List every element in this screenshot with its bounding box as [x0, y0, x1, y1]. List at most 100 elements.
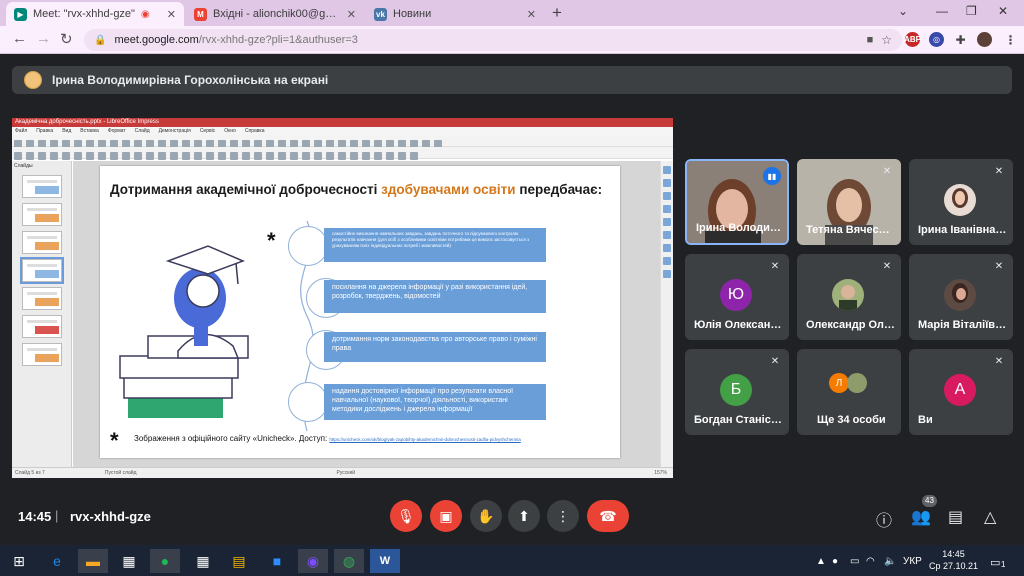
tab-search-icon[interactable]: ⌄: [898, 4, 908, 18]
mic-toggle-button[interactable]: 🎙: [390, 500, 422, 532]
address-bar[interactable]: 🔒 meet.google.com/rvx-xhhd-gze?pli=1&aut…: [84, 29, 902, 51]
reload-icon[interactable]: ↻: [60, 30, 73, 48]
tray-chevron-icon[interactable]: ▲: [816, 556, 826, 567]
menu-item: Файл: [15, 128, 28, 134]
participant-avatar: [832, 279, 864, 311]
more-participants-tile[interactable]: Л Ще 34 особи: [797, 349, 901, 435]
status-slide: Слайд 5 из 7: [15, 470, 45, 476]
tray-app-icon[interactable]: ●: [832, 556, 838, 567]
bookmark-star-icon[interactable]: ☆: [881, 33, 892, 47]
slide-title: Дотримання академічної доброчесності здо…: [110, 182, 603, 197]
presenter-name: Ірина Володимирівна Горохолінська на екр…: [52, 73, 329, 87]
tab-meet[interactable]: ▶ Meet: "rvx-xhhd-gze" ◉ ✕: [6, 2, 184, 26]
participant-tile[interactable]: Б ✕ Богдан Станіс…: [685, 349, 789, 435]
minimize-button[interactable]: —: [936, 4, 948, 18]
spotify-icon[interactable]: ●: [150, 549, 180, 573]
activities-icon[interactable]: △: [984, 507, 996, 527]
menu-kebab-icon[interactable]: ⋮: [1003, 32, 1018, 47]
slide-thumb: [22, 231, 62, 254]
taskbar-clock[interactable]: 14:45 Ср 27.10.21: [929, 548, 978, 572]
close-tab-icon[interactable]: ✕: [167, 8, 176, 21]
participant-tile[interactable]: Ю ✕ Юлія Олексан…: [685, 254, 789, 340]
close-tab-icon[interactable]: ✕: [527, 8, 536, 21]
menu-item: Справка: [244, 128, 265, 134]
participant-tile[interactable]: ✕ Тетяна Вячес…: [797, 159, 901, 245]
self-tile[interactable]: А ✕ Ви: [909, 349, 1013, 435]
start-windows-icon[interactable]: ⊞: [4, 549, 34, 573]
new-tab-button[interactable]: +: [552, 3, 562, 23]
tab-news[interactable]: vk Новини ✕: [366, 2, 544, 26]
document-app-icon[interactable]: ▤: [224, 549, 254, 573]
edge-icon[interactable]: e: [42, 549, 72, 573]
asterisk-mark: *: [267, 228, 276, 253]
present-screen-button[interactable]: ⬆: [508, 500, 540, 532]
menu-item: Формат: [107, 128, 126, 134]
battery-icon: ▭: [850, 556, 860, 567]
point-box-1: самостійне виконання навчальних завдань,…: [324, 228, 546, 262]
volume-icon[interactable]: 🔈: [884, 556, 896, 567]
vpn-globe-icon[interactable]: ◎: [929, 32, 944, 47]
participant-tile[interactable]: ✕ Олександр Ол…: [797, 254, 901, 340]
tab-gmail[interactable]: M Вхідні - alionchik00@gmail.com ✕: [186, 2, 364, 26]
people-icon[interactable]: 👥: [911, 507, 931, 527]
store-icon[interactable]: ▦: [114, 549, 144, 573]
participant-name: Богдан Станіс…: [694, 414, 782, 426]
presenter-avatar: [24, 71, 42, 89]
mic-off-icon: ✕: [994, 166, 1004, 177]
mic-off-icon: ✕: [770, 356, 780, 367]
close-window-button[interactable]: ✕: [998, 4, 1008, 18]
notification-icon[interactable]: ▭: [990, 556, 1000, 569]
adblock-icon[interactable]: ABP: [904, 32, 921, 47]
extensions-puzzle-icon[interactable]: ✚: [953, 32, 968, 47]
tab-strip: ▶ Meet: "rvx-xhhd-gze" ◉ ✕ M Вхідні - al…: [0, 0, 1024, 26]
presenter-banner: Ірина Володимирівна Горохолінська на екр…: [12, 66, 1012, 94]
viber-icon[interactable]: ◉: [298, 549, 328, 573]
profile-avatar[interactable]: [977, 32, 992, 47]
participant-tile[interactable]: ✕ Ірина Іванівна …: [909, 159, 1013, 245]
participant-name: Юлія Олексан…: [694, 319, 782, 331]
word-icon[interactable]: W: [370, 549, 400, 573]
raise-hand-button[interactable]: ✋: [470, 500, 502, 532]
participant-name: Ви: [918, 414, 933, 426]
language-indicator[interactable]: УКР: [903, 556, 922, 567]
clock-time: 14:45: [942, 549, 965, 559]
slide-thumb-selected: [20, 257, 64, 284]
menu-item: Демонстрація: [158, 128, 191, 134]
zoom-icon[interactable]: ■: [262, 549, 292, 573]
sidebar-deck: [660, 161, 673, 467]
chrome-icon[interactable]: ◍: [334, 549, 364, 573]
slide-thumb: [22, 287, 62, 310]
meeting-info-icon[interactable]: ⓘ: [876, 507, 892, 531]
impress-titlebar: Академічна доброчесність.pptx - LibreOff…: [12, 118, 673, 127]
notification-count: 1: [1001, 560, 1006, 569]
menu-item: Слайд: [134, 128, 150, 134]
tab-title: Новини: [393, 8, 432, 20]
participant-avatar: Ю: [720, 279, 752, 311]
forward-icon[interactable]: →: [36, 30, 51, 47]
impress-toolbar-2: [12, 147, 673, 160]
calculator-icon[interactable]: ▦: [188, 549, 218, 573]
slides-panel: Слайды: [12, 161, 72, 467]
participant-tile[interactable]: ▮▮ Ірина Володи…: [685, 159, 789, 245]
maximize-button[interactable]: ❐: [966, 4, 977, 18]
leave-call-button[interactable]: ☎: [587, 500, 629, 532]
participant-name: Тетяна Вячес…: [806, 224, 890, 236]
wifi-icon[interactable]: ◠: [866, 556, 875, 567]
more-options-button[interactable]: ⋮: [547, 500, 579, 532]
participant-name: Ірина Володи…: [696, 222, 781, 234]
status-language: Русский: [336, 470, 356, 476]
mic-off-icon: ✕: [882, 261, 892, 272]
chat-icon[interactable]: ▤: [948, 507, 963, 527]
back-icon[interactable]: ←: [12, 30, 27, 47]
shared-screen: Академічна доброчесність.pptx - LibreOff…: [12, 118, 673, 478]
camera-toggle-button[interactable]: ▣: [430, 500, 462, 532]
file-explorer-icon[interactable]: ▬: [78, 549, 108, 573]
close-tab-icon[interactable]: ✕: [347, 8, 356, 21]
slide-footer: Зображення з офіційного сайту «Unicheck»…: [134, 434, 521, 443]
participant-tile[interactable]: ✕ Марія Віталіїв…: [909, 254, 1013, 340]
slide-thumb: [22, 343, 62, 366]
impress-statusbar: Слайд 5 из 7 Пустой слайд Русский 157%: [12, 467, 673, 478]
participant-avatar: [944, 184, 976, 216]
slide-canvas: Дотримання академічної доброчесності здо…: [73, 161, 660, 467]
camera-icon[interactable]: ■: [867, 34, 874, 46]
